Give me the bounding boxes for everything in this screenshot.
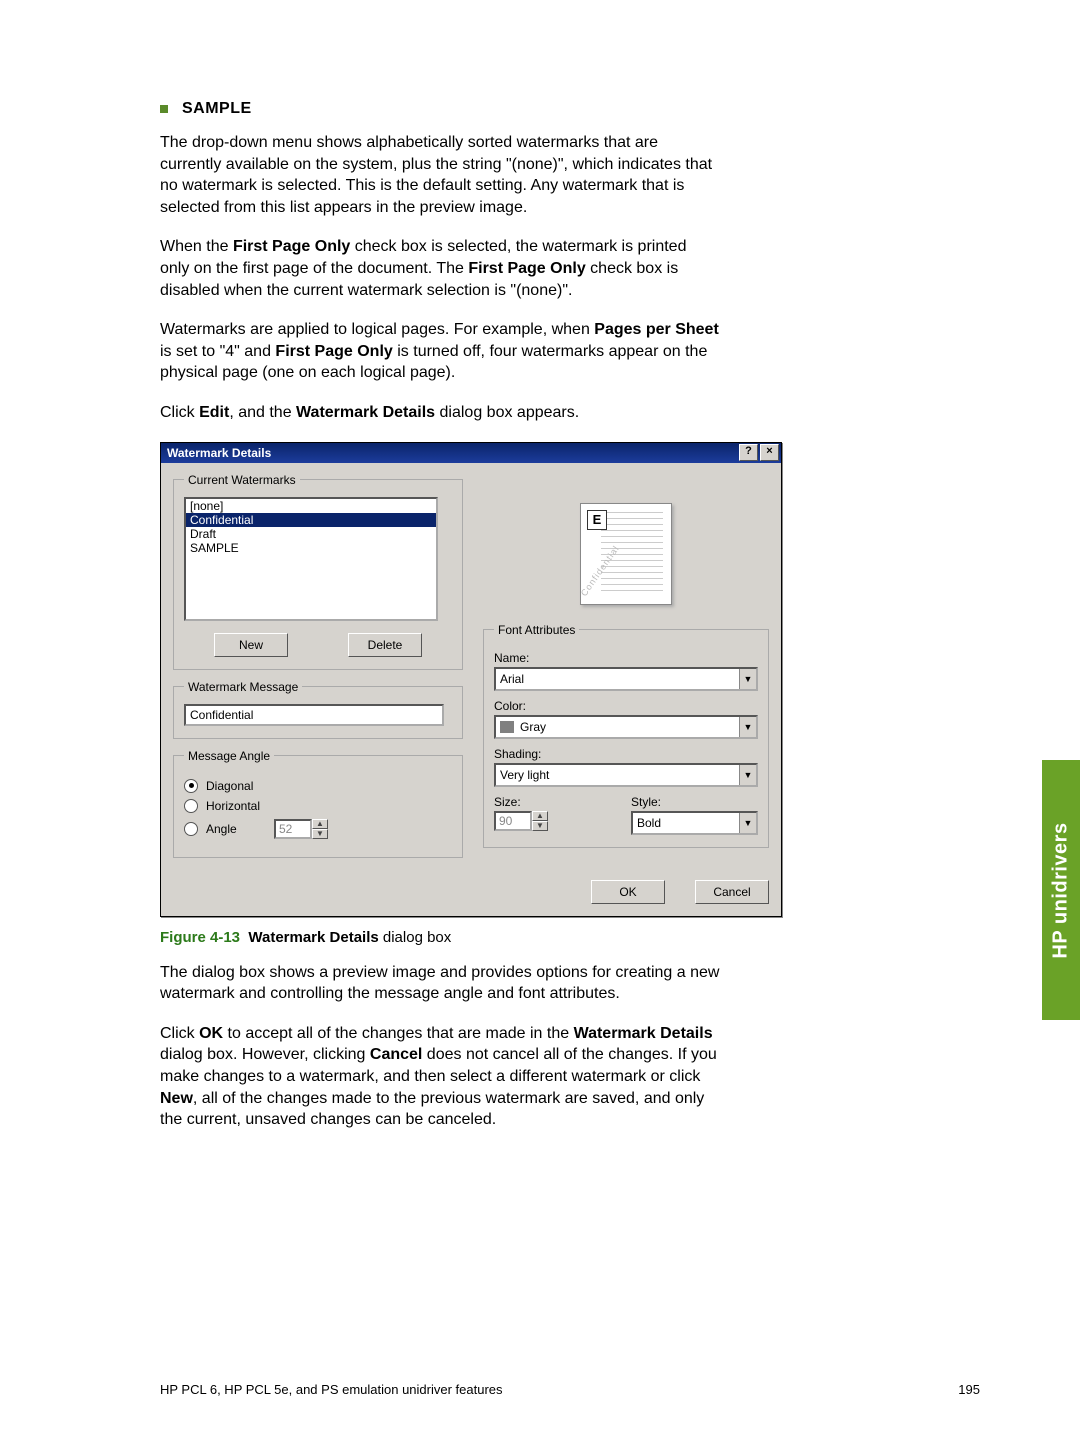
- radio-horizontal-label: Horizontal: [206, 799, 260, 813]
- font-style-label: Style:: [631, 795, 758, 809]
- list-item[interactable]: SAMPLE: [186, 541, 436, 555]
- paragraph-ok-cancel: Click OK to accept all of the changes th…: [160, 1023, 720, 1131]
- watermark-details-dialog: Watermark Details ? × Current Watermarks…: [160, 442, 782, 917]
- dialog-title: Watermark Details: [167, 446, 737, 460]
- chevron-down-icon[interactable]: ▼: [739, 813, 756, 833]
- figure-number: Figure 4-13: [160, 929, 240, 946]
- radio-angle-label: Angle: [206, 822, 266, 836]
- list-item[interactable]: Confidential: [186, 513, 436, 527]
- sample-bullet: SAMPLE: [160, 100, 720, 118]
- current-watermarks-legend: Current Watermarks: [184, 473, 300, 487]
- chevron-down-icon[interactable]: ▼: [739, 669, 756, 689]
- watermark-preview: E Confidential: [580, 503, 672, 605]
- angle-value[interactable]: 52: [274, 819, 312, 839]
- sample-heading: SAMPLE: [182, 100, 252, 118]
- paragraph-intro: The drop-down menu shows alphabetically …: [160, 132, 720, 218]
- angle-spinner[interactable]: 52 ▲▼: [274, 819, 328, 839]
- chevron-down-icon[interactable]: ▼: [739, 765, 756, 785]
- footer-left-text: HP PCL 6, HP PCL 5e, and PS emulation un…: [160, 1382, 503, 1397]
- radio-diagonal[interactable]: [184, 779, 198, 793]
- color-swatch-icon: [500, 721, 514, 733]
- paragraph-dialog-desc: The dialog box shows a preview image and…: [160, 962, 720, 1005]
- spinner-down-icon[interactable]: ▼: [312, 829, 328, 839]
- section-tab: HP unidrivers: [1042, 760, 1080, 1020]
- watermark-message-group: Watermark Message Confidential: [173, 680, 463, 739]
- spinner-up-icon[interactable]: ▲: [532, 811, 548, 821]
- cancel-button[interactable]: Cancel: [695, 880, 769, 904]
- watermark-message-input[interactable]: Confidential: [184, 704, 444, 726]
- radio-diagonal-label: Diagonal: [206, 779, 253, 793]
- delete-button[interactable]: Delete: [348, 633, 422, 657]
- font-color-label: Color:: [494, 699, 758, 713]
- font-color-dropdown[interactable]: Gray ▼: [494, 715, 758, 739]
- font-size-spinner[interactable]: 90 ▲▼: [494, 811, 548, 831]
- radio-angle[interactable]: [184, 822, 198, 836]
- font-attributes-group: Font Attributes Name: Arial ▼ Color: Gra…: [483, 623, 769, 848]
- section-tab-label: HP unidrivers: [1050, 822, 1073, 958]
- font-name-dropdown[interactable]: Arial ▼: [494, 667, 758, 691]
- watermark-message-legend: Watermark Message: [184, 680, 302, 694]
- font-size-label: Size:: [494, 795, 621, 809]
- radio-horizontal[interactable]: [184, 799, 198, 813]
- close-button[interactable]: ×: [760, 444, 779, 461]
- spinner-up-icon[interactable]: ▲: [312, 819, 328, 829]
- spinner-down-icon[interactable]: ▼: [532, 821, 548, 831]
- paragraph-first-page-only: When the First Page Only check box is se…: [160, 236, 720, 301]
- preview-watermark-text: Confidential: [579, 543, 621, 598]
- list-item[interactable]: [none]: [186, 499, 436, 513]
- preview-page-icon: E: [587, 510, 607, 530]
- bullet-square-icon: [160, 105, 168, 113]
- new-button[interactable]: New: [214, 633, 288, 657]
- font-shading-dropdown[interactable]: Very light ▼: [494, 763, 758, 787]
- paragraph-click-edit: Click Edit, and the Watermark Details di…: [160, 402, 720, 424]
- chevron-down-icon[interactable]: ▼: [739, 717, 756, 737]
- font-size-value[interactable]: 90: [494, 811, 532, 831]
- figure-caption: Figure 4-13 Watermark Details dialog box: [160, 929, 720, 946]
- font-shading-label: Shading:: [494, 747, 758, 761]
- message-angle-legend: Message Angle: [184, 749, 274, 763]
- current-watermarks-group: Current Watermarks [none] Confidential D…: [173, 473, 463, 670]
- font-style-dropdown[interactable]: Bold ▼: [631, 811, 758, 835]
- watermarks-listbox[interactable]: [none] Confidential Draft SAMPLE: [184, 497, 438, 621]
- list-item[interactable]: Draft: [186, 527, 436, 541]
- paragraph-logical-pages: Watermarks are applied to logical pages.…: [160, 319, 720, 384]
- dialog-titlebar: Watermark Details ? ×: [161, 443, 781, 463]
- page-number: 195: [958, 1382, 980, 1397]
- ok-button[interactable]: OK: [591, 880, 665, 904]
- help-button[interactable]: ?: [739, 444, 758, 461]
- font-attributes-legend: Font Attributes: [494, 623, 579, 637]
- font-name-label: Name:: [494, 651, 758, 665]
- page-footer: HP PCL 6, HP PCL 5e, and PS emulation un…: [160, 1382, 980, 1397]
- message-angle-group: Message Angle Diagonal Horizontal Angle …: [173, 749, 463, 858]
